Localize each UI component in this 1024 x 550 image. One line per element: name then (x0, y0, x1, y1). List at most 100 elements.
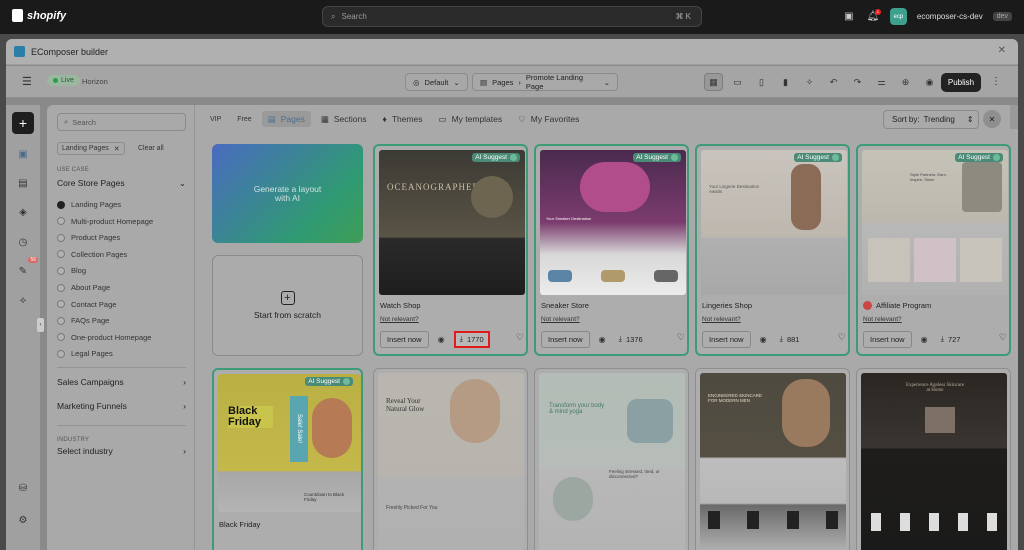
layers-icon[interactable]: ◈ (12, 201, 34, 223)
radio-icon[interactable] (57, 283, 65, 292)
bell-icon[interactable]: 🔔︎ 1 (866, 8, 881, 24)
template-thumbnail[interactable]: Transform your body & mind yoga Feeling … (539, 373, 685, 550)
magic-icon[interactable]: ✧ (800, 73, 819, 91)
radio-icon[interactable] (57, 300, 65, 309)
close-library-icon[interactable]: ✕ (983, 110, 1001, 128)
template-thumbnail[interactable]: ENGINEERED SKINCARE FOR MODERN MEN (700, 373, 846, 550)
active-filter-chip[interactable]: Landing Pages ✕ (57, 142, 125, 155)
page-selector-dropdown[interactable]: ▤ Pages › Promote Landing Page ⌄ (472, 73, 618, 91)
gear-icon[interactable]: ⚙ (12, 509, 34, 531)
not-relevant-link[interactable]: Not relevant? (380, 316, 419, 323)
not-relevant-link[interactable]: Not relevant? (541, 316, 580, 323)
close-icon[interactable]: ✕ (998, 45, 1006, 56)
tab-free[interactable]: Free (231, 111, 257, 127)
radio-icon[interactable] (57, 333, 65, 342)
insert-now-button[interactable]: Insert now (863, 330, 912, 348)
global-search-input[interactable]: ⌕ Search ⌘ K (322, 6, 702, 27)
insert-now-button[interactable]: Insert now (541, 330, 590, 348)
favorite-heart-icon[interactable]: ♡ (516, 332, 524, 343)
favorite-heart-icon[interactable]: ♡ (838, 332, 846, 343)
default-dropdown[interactable]: ◎ Default ⌄ (405, 73, 468, 91)
preview-eye-icon[interactable]: ◉ (594, 331, 611, 348)
template-card-ageless-skincare[interactable]: Experience Ageless Skincare at Home (856, 368, 1011, 550)
close-icon[interactable]: ✕ (114, 145, 120, 153)
insert-now-button[interactable]: Insert now (380, 330, 429, 348)
download-count-button[interactable]: ⤓ 727 (937, 331, 965, 348)
pages-icon[interactable]: ▣ (12, 143, 34, 165)
use-case-option[interactable]: Multi-product Homepage (57, 217, 153, 226)
favorite-heart-icon[interactable]: ♡ (999, 332, 1007, 343)
use-case-option[interactable]: Product Pages (57, 233, 120, 242)
publish-button[interactable]: Publish (941, 73, 981, 92)
menu-icon[interactable]: ☰ (22, 75, 32, 88)
preview-eye-icon[interactable]: ◉ (920, 73, 939, 91)
store-name[interactable]: ecomposer-cs-dev (917, 12, 983, 21)
template-card-skincare-glow[interactable]: Reveal Your Natural Glow Freshly Picked … (373, 368, 528, 550)
tab-themes[interactable]: ♦ Themes (376, 111, 428, 127)
preview-eye-icon[interactable]: ◉ (916, 331, 933, 348)
preview-eye-icon[interactable]: ◉ (755, 331, 772, 348)
template-card-yoga[interactable]: Transform your body & mind yoga Feeling … (534, 368, 689, 550)
radio-icon[interactable] (57, 266, 65, 275)
not-relevant-link[interactable]: Not relevant? (863, 316, 902, 323)
insert-now-button[interactable]: Insert now (702, 330, 751, 348)
more-vertical-icon[interactable]: ⋮ (991, 76, 1001, 87)
start-from-scratch-card[interactable]: + Start from scratch (212, 255, 363, 356)
mobile-icon[interactable]: ▮ (776, 73, 795, 91)
download-count-button[interactable]: ⤓ 881 (776, 331, 804, 348)
use-case-option[interactable]: Collection Pages (57, 250, 127, 259)
clear-all-link[interactable]: Clear all (138, 145, 164, 152)
download-count-button[interactable]: ⤓ 1376 (615, 331, 647, 348)
radio-icon[interactable] (57, 349, 65, 358)
core-store-pages-group[interactable]: Core Store Pages ⌄ (57, 178, 186, 189)
sections-icon[interactable]: ▤ (12, 172, 34, 194)
favorite-heart-icon[interactable]: ♡ (677, 332, 685, 343)
settings-sliders-icon[interactable]: ⚌ (872, 73, 891, 91)
use-case-option[interactable]: About Page (57, 283, 110, 292)
radio-icon[interactable] (57, 233, 65, 242)
preview-eye-icon[interactable]: ◉ (433, 331, 450, 348)
marketing-funnels-group[interactable]: Marketing Funnels › (57, 401, 186, 411)
template-thumbnail[interactable]: OCEANOGRAPHER (379, 150, 525, 295)
filter-search-input[interactable]: ⌕ Search (57, 113, 186, 131)
collapse-sidebar-handle[interactable]: ‹ (37, 318, 44, 332)
tab-vip[interactable]: VIP (204, 111, 227, 127)
tab-my-favorites[interactable]: ♡ My Favorites (512, 111, 585, 127)
template-card-affiliate-program[interactable]: Style Partners: Earn, Inspire, Shine AI … (856, 144, 1011, 356)
template-card-sneaker-store[interactable]: Your Sneaker Destination AI Suggest Snea… (534, 144, 689, 356)
store-avatar[interactable]: ecp (889, 8, 907, 25)
radio-icon[interactable] (57, 200, 65, 209)
zoom-icon[interactable]: ⊕ (896, 73, 915, 91)
not-relevant-link[interactable]: Not relevant? (702, 316, 741, 323)
tablet-icon[interactable]: ▯ (752, 73, 771, 91)
history-icon[interactable]: ◷ (12, 231, 34, 253)
undo-icon[interactable]: ↶ (824, 73, 843, 91)
template-thumbnail[interactable]: Your Sneaker Destination (540, 150, 686, 295)
template-card-mens-skincare[interactable]: ENGINEERED SKINCARE FOR MODERN MEN (695, 368, 850, 550)
use-case-option[interactable]: One-product Homepage (57, 333, 151, 342)
sort-dropdown[interactable]: Sort by: Trending ⇕ (883, 110, 979, 129)
template-card-lingeries-shop[interactable]: Your Lingerie Destination Awaits AI Sugg… (695, 144, 850, 356)
template-thumbnail[interactable]: Black Friday Sale! Sale! Countdown to Bl… (218, 374, 361, 512)
tab-my-templates[interactable]: ▭ My templates (433, 111, 509, 127)
store-icon[interactable]: ▣ (842, 10, 856, 24)
redo-icon[interactable]: ↷ (848, 73, 867, 91)
template-thumbnail[interactable]: Style Partners: Earn, Inspire, Shine (862, 150, 1008, 295)
template-thumbnail[interactable]: Your Lingerie Destination Awaits (701, 150, 847, 295)
radio-icon[interactable] (57, 316, 65, 325)
desktop-icon[interactable]: ▭ (728, 73, 747, 91)
tab-sections[interactable]: ▦ Sections (315, 111, 373, 127)
notes-icon[interactable]: ✎ 56 (12, 257, 38, 282)
radio-icon[interactable] (57, 217, 65, 226)
radio-icon[interactable] (57, 250, 65, 259)
template-thumbnail[interactable]: Experience Ageless Skincare at Home (861, 373, 1007, 550)
shopify-logo[interactable]: shopify (12, 9, 66, 22)
apps-icon[interactable]: ⟡ (12, 289, 34, 311)
sales-campaigns-group[interactable]: Sales Campaigns › (57, 377, 186, 387)
use-case-option[interactable]: Contact Page (57, 300, 116, 309)
template-card-black-friday[interactable]: Black Friday Sale! Sale! Countdown to Bl… (212, 368, 363, 550)
template-thumbnail[interactable]: Reveal Your Natural Glow Freshly Picked … (378, 373, 524, 550)
template-card-watch-shop[interactable]: OCEANOGRAPHER AI Suggest Watch Shop Not … (373, 144, 528, 356)
database-icon[interactable]: ⛁ (12, 477, 34, 499)
generate-ai-card[interactable]: Generate a layout with AI (212, 144, 363, 243)
